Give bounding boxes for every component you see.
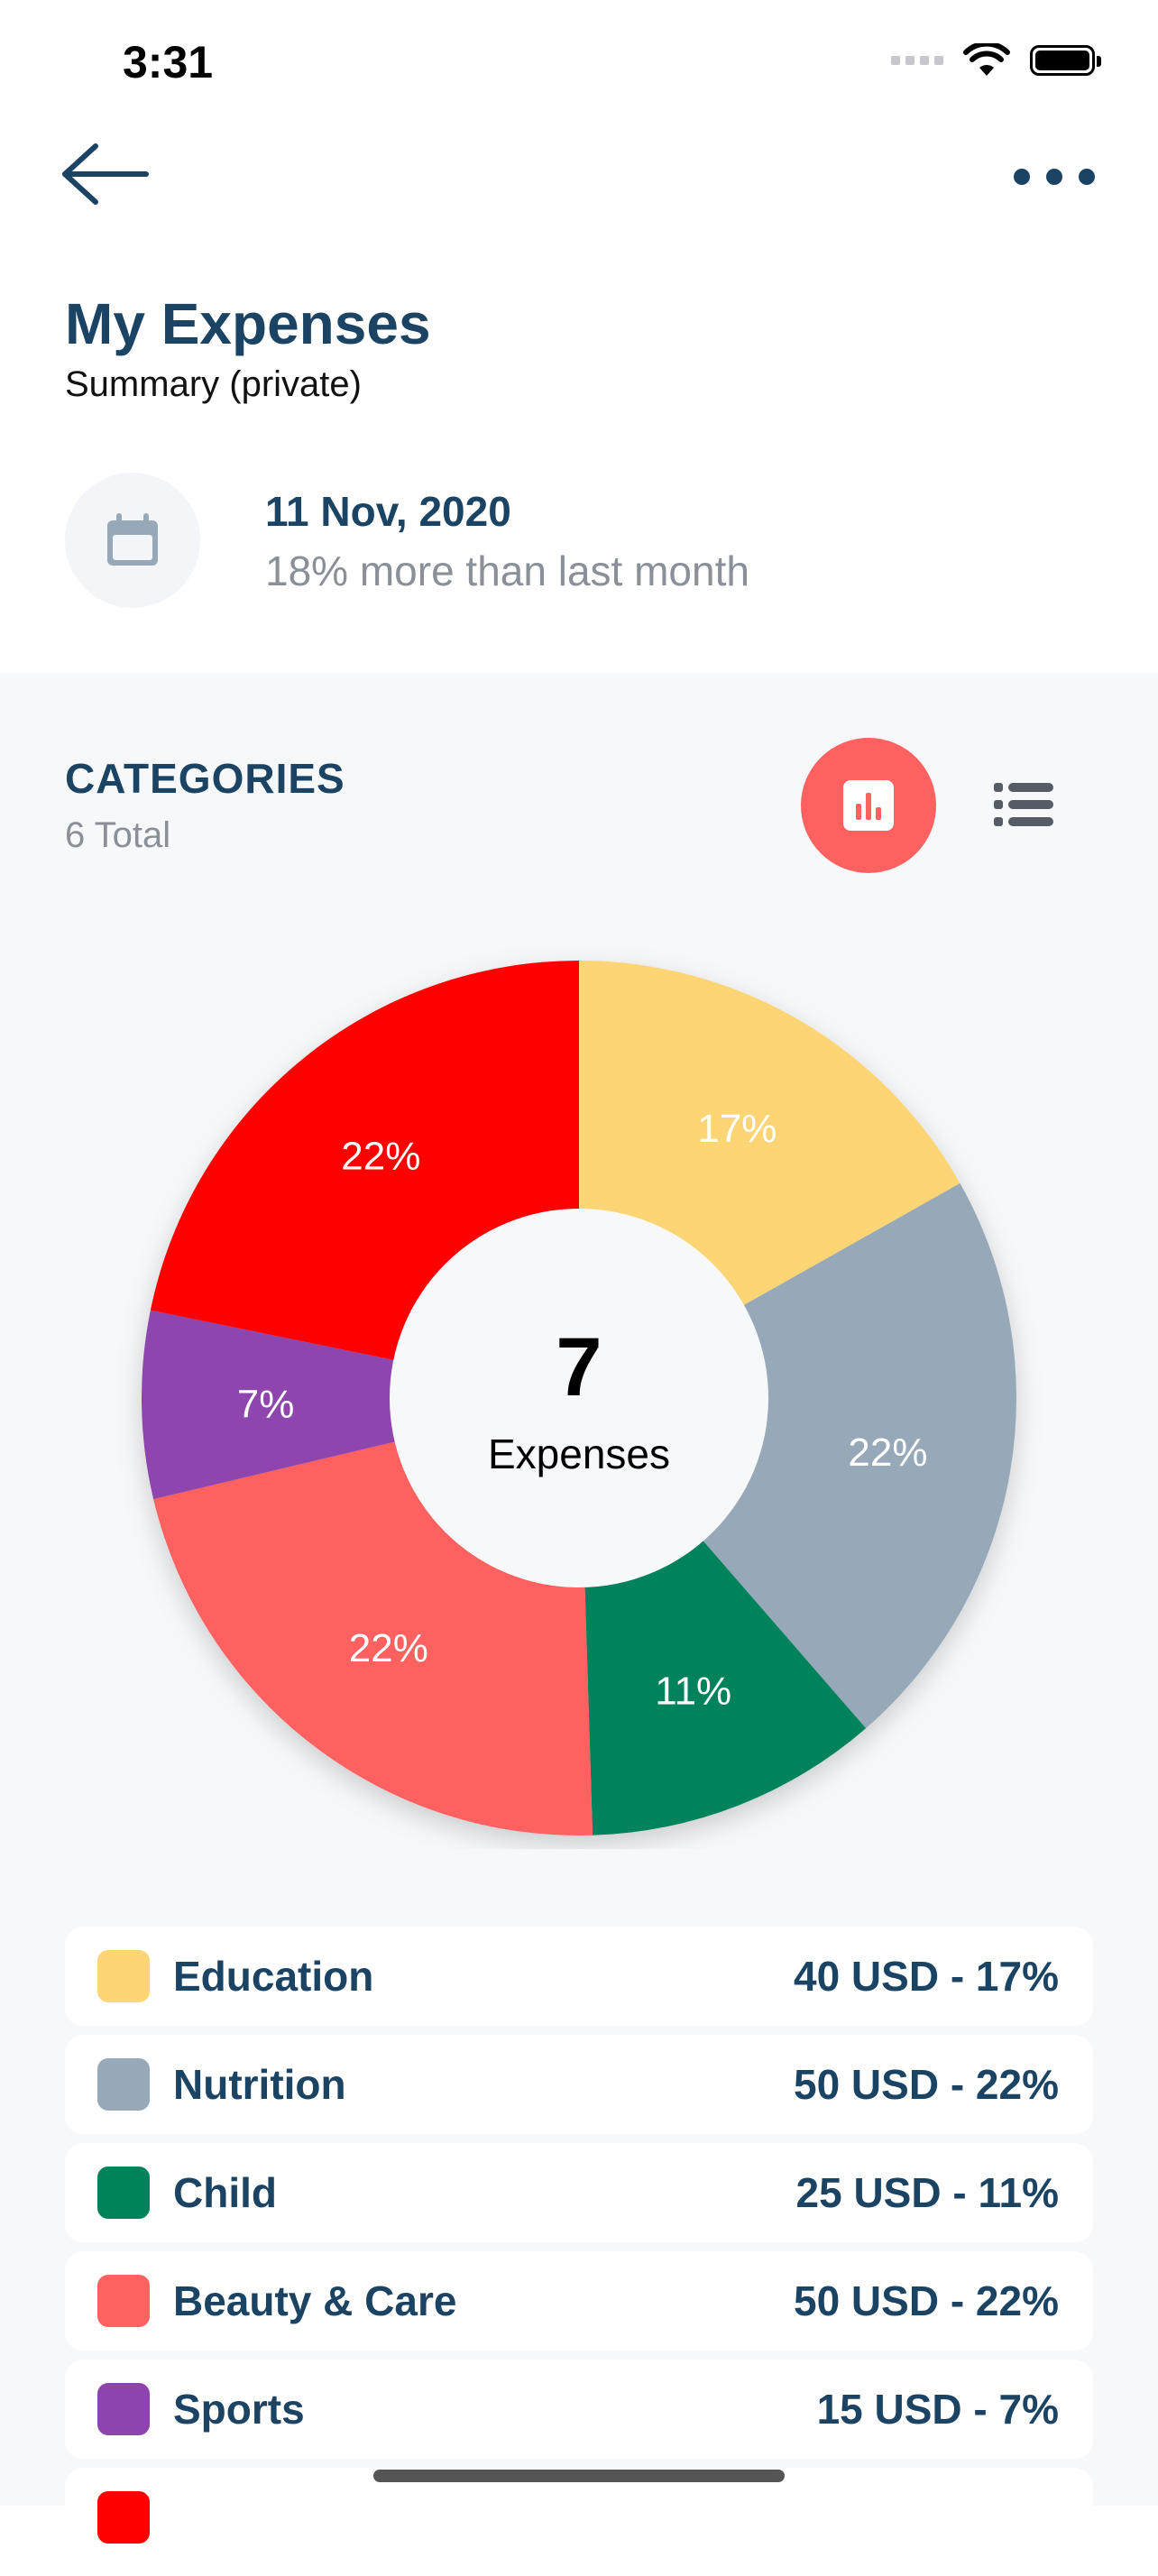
center-value: 7	[556, 1321, 602, 1413]
wifi-icon	[963, 43, 1010, 76]
categories-title: CATEGORIES	[65, 755, 345, 802]
back-button[interactable]	[61, 143, 152, 206]
comparison-note: 18% more than last month	[265, 547, 749, 594]
legend-category-name: Nutrition	[173, 2061, 346, 2108]
slice-percent-label: 7%	[237, 1382, 295, 1426]
cellular-signal-icon	[891, 56, 943, 65]
center-label: Expenses	[488, 1431, 670, 1477]
home-indicator	[373, 2470, 785, 2482]
slice-percent-label: 11%	[655, 1670, 731, 1714]
legend-color-swatch	[97, 2275, 150, 2327]
page-title: My Expenses	[65, 291, 431, 356]
status-time: 3:31	[123, 37, 214, 87]
legend-category-name: Child	[173, 2169, 277, 2216]
slice-percent-label: 22%	[349, 1626, 428, 1670]
categories-total: 6 Total	[65, 815, 171, 855]
date-icon-button[interactable]	[65, 473, 200, 608]
legend-row[interactable]: Sports 15 USD - 7%	[65, 2360, 1093, 2459]
slice-percent-label: 17%	[697, 1107, 777, 1151]
expenses-donut-chart: 17% 22% 11% 22% 7% 22% 7 Expenses	[0, 947, 1158, 1849]
legend-color-swatch	[97, 2167, 150, 2219]
legend-category-name: Education	[173, 1953, 374, 2000]
legend-amount: 25 USD - 11%	[795, 2169, 1059, 2216]
legend-row[interactable]: Nutrition 50 USD - 22%	[65, 2035, 1093, 2134]
page-subtitle: Summary (private)	[65, 364, 362, 404]
more-dots-icon	[1014, 169, 1030, 185]
slice-percent-label: 22%	[341, 1135, 420, 1179]
status-icons	[891, 43, 1101, 78]
legend-color-swatch	[97, 2491, 150, 2544]
slice-percent-label: 22%	[848, 1431, 927, 1475]
legend-color-swatch	[97, 2058, 150, 2111]
legend-amount: 15 USD - 7%	[816, 2386, 1059, 2433]
legend-row[interactable]	[65, 2468, 1093, 2567]
legend-row[interactable]: Beauty & Care 50 USD - 22%	[65, 2251, 1093, 2351]
summary-date: 11 Nov, 2020	[265, 488, 511, 535]
calendar-icon	[107, 513, 158, 566]
battery-icon	[1030, 45, 1101, 76]
legend-amount: 40 USD - 17%	[793, 1953, 1059, 2000]
bar-chart-icon	[843, 780, 894, 831]
legend-amount: 50 USD - 22%	[793, 2061, 1059, 2108]
donut-svg: 17% 22% 11% 22% 7% 22% 7 Expenses	[142, 961, 1017, 1835]
list-icon	[994, 783, 1053, 826]
legend-color-swatch	[97, 1950, 150, 2002]
more-options-button[interactable]	[1005, 159, 1095, 195]
legend-category-name: Sports	[173, 2386, 305, 2433]
legend-color-swatch	[97, 2383, 150, 2435]
legend-row[interactable]: Child 25 USD - 11%	[65, 2143, 1093, 2242]
legend-category-name: Beauty & Care	[173, 2277, 457, 2324]
status-bar: 3:31	[0, 0, 1158, 126]
legend-amount: 50 USD - 22%	[793, 2277, 1059, 2324]
arrow-left-icon	[62, 143, 149, 205]
list-view-button[interactable]	[994, 779, 1053, 830]
chart-view-button[interactable]	[801, 738, 936, 873]
legend-row[interactable]: Education 40 USD - 17%	[65, 1927, 1093, 2026]
